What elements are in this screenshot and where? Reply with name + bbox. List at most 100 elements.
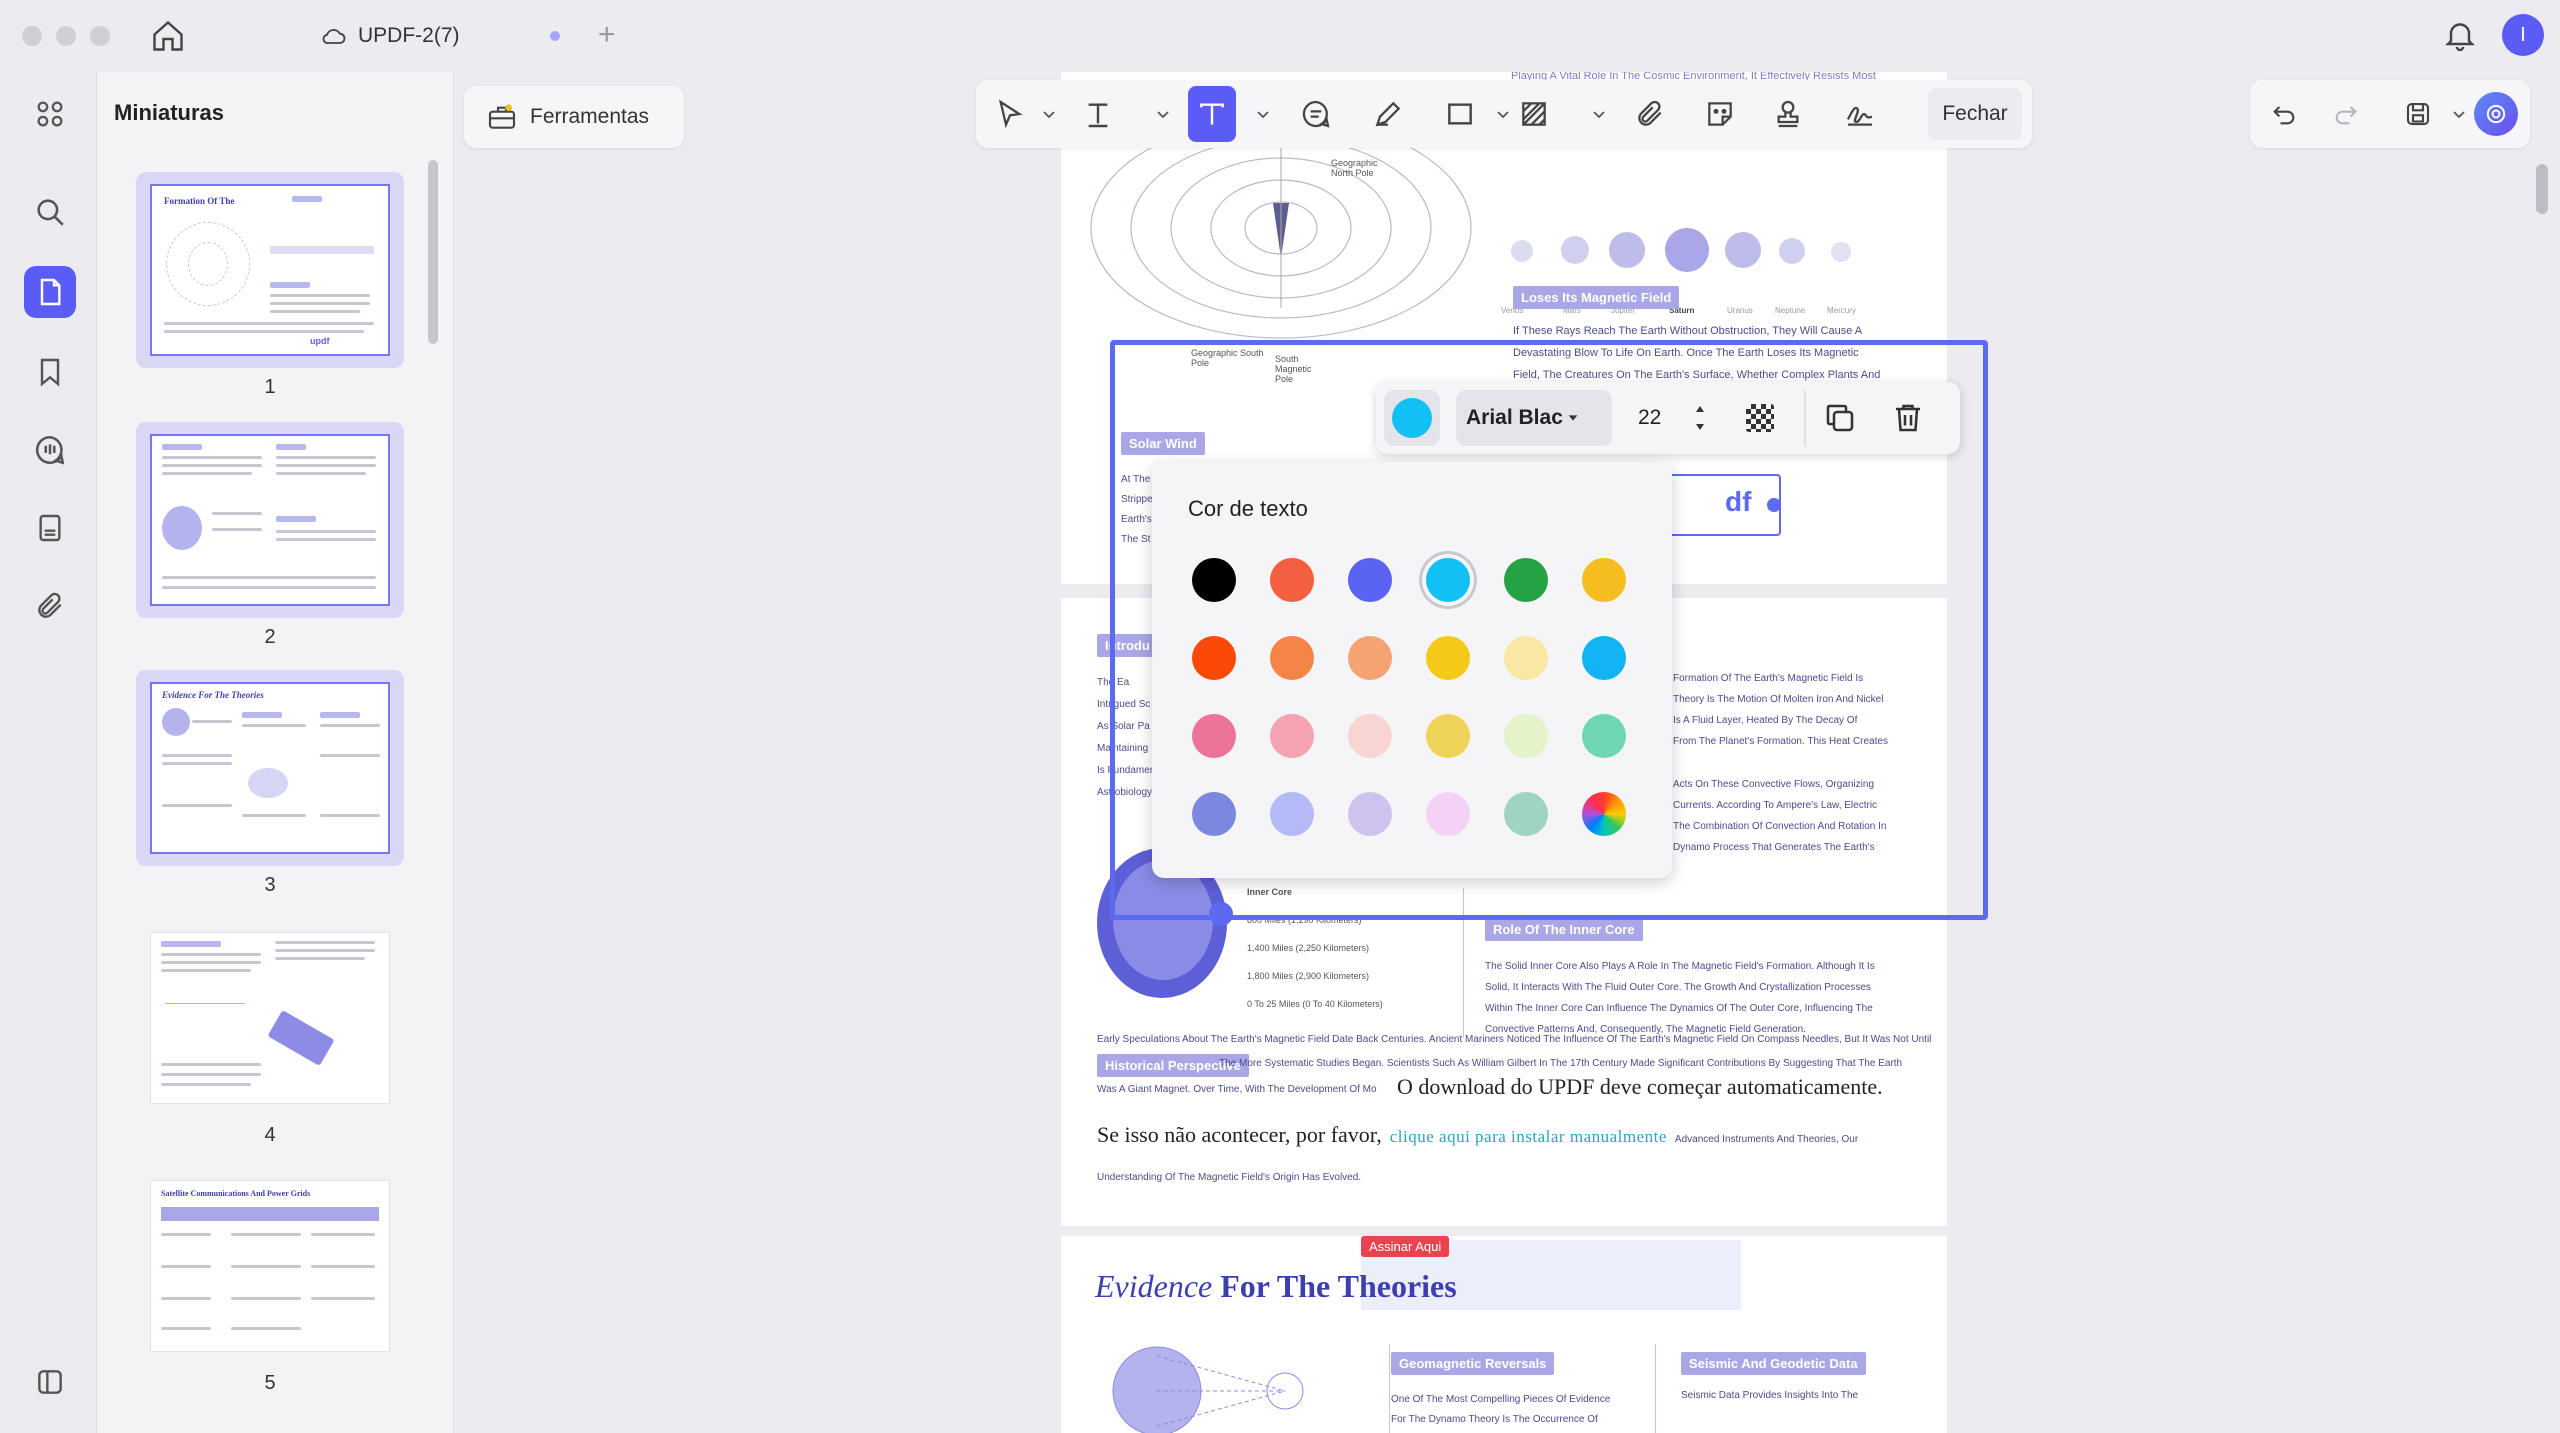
attachment-tool-icon[interactable] [1626,86,1674,142]
select-tool-icon[interactable] [986,86,1034,142]
color-swatch[interactable] [1348,636,1392,680]
color-swatch[interactable] [1270,714,1314,758]
unsaved-indicator [550,31,560,41]
color-swatch[interactable] [1348,558,1392,602]
apps-icon[interactable] [24,88,76,140]
text-tool-icon[interactable] [1074,86,1122,142]
planet [1831,242,1851,262]
color-swatch[interactable] [1504,792,1548,836]
cloud-icon [322,29,346,44]
thumbnail-page-2[interactable]: 2 [136,422,404,648]
thumbnail-page-3[interactable]: Evidence For The Theories 3 [136,670,404,896]
color-swatch[interactable] [1270,792,1314,836]
color-swatch[interactable] [1426,636,1470,680]
comments-icon[interactable] [24,424,76,476]
window-zoom-button[interactable] [90,26,110,46]
rectangle-tool-icon[interactable] [1436,86,1484,142]
color-swatch[interactable] [1504,636,1548,680]
download-message: O download do UPDF deve começar automati… [1397,1074,1883,1099]
planet [1725,232,1761,268]
bell-icon[interactable] [2442,16,2478,54]
section-pill: Loses Its Magnetic Field [1513,286,1680,309]
custom-color-picker[interactable] [1582,792,1626,836]
sidebar-toggle-icon[interactable] [24,1356,76,1408]
color-swatch[interactable] [1348,792,1392,836]
color-swatch[interactable] [1348,714,1392,758]
search-icon[interactable] [24,186,76,238]
section-pill: Role Of The Inner Core [1485,918,1643,941]
opacity-icon[interactable] [1746,404,1774,432]
window-minimize-button[interactable] [56,26,76,46]
thumbnails-icon[interactable] [24,266,76,318]
save-icon[interactable] [2394,86,2442,142]
text-color-button[interactable] [1384,390,1440,446]
tools-button[interactable]: Ferramentas [464,86,684,148]
font-family-select[interactable]: Arial Blac [1456,390,1612,446]
color-swatch[interactable] [1192,558,1236,602]
color-swatch[interactable] [1504,558,1548,602]
thumbnail-heading: Formation Of The [164,196,235,206]
historical-line-2: Was A Giant Magnet. Over Time, With The … [1097,1084,1377,1095]
thumbnail-page-4[interactable]: 4 [136,920,404,1146]
sticker-tool-icon[interactable] [1696,86,1744,142]
thumbnail-page-5[interactable]: Satellite Communications And Power Grids… [136,1168,404,1394]
color-swatch[interactable] [1192,636,1236,680]
chevron-down-icon[interactable] [1156,110,1170,120]
thumbnail-page-1[interactable]: Formation Of The updf 1 [136,172,404,398]
color-swatch[interactable] [1582,636,1626,680]
attachments-panel-icon[interactable] [24,502,76,554]
color-swatch[interactable] [1504,714,1548,758]
trash-icon[interactable] [1890,400,1926,436]
duplicate-icon[interactable] [1822,400,1858,436]
color-swatch[interactable] [1192,792,1236,836]
canvas-scrollbar[interactable] [2536,164,2548,214]
chevron-down-icon[interactable] [2452,110,2466,120]
color-swatch[interactable] [1426,714,1470,758]
text-box-tool-icon[interactable] [1188,86,1236,142]
pencil-tool-icon[interactable] [1364,86,1412,142]
planet [1561,236,1589,264]
new-tab-icon[interactable]: + [598,20,616,50]
font-size-stepper[interactable]: 22 [1628,390,1710,446]
thumbnail-number: 4 [264,1124,276,1146]
area-fill-tool-icon[interactable] [1510,86,1558,142]
historical-line-1: The More Systematic Studies Began. Scien… [1219,1058,1903,1069]
understanding-line: Understanding Of The Magnetic Field's Or… [1097,1172,1362,1183]
color-swatch[interactable] [1582,714,1626,758]
chevron-down-icon[interactable] [1042,110,1056,120]
install-link[interactable]: clique aqui para instalar manualmente [1390,1127,1667,1147]
home-icon[interactable] [150,18,186,54]
title-bar: UPDF-2(7) + I [0,0,2560,72]
stepper-arrows-icon[interactable] [1694,402,1706,434]
color-swatch[interactable] [1582,558,1626,602]
chevron-down-icon[interactable] [1256,110,1270,120]
user-avatar[interactable]: I [2502,14,2544,56]
bookmark-icon[interactable] [24,346,76,398]
color-swatch[interactable] [1426,558,1470,602]
document-tab[interactable]: UPDF-2(7) [320,18,460,54]
current-color-swatch [1392,398,1432,438]
window-close-button[interactable] [22,26,42,46]
color-swatch[interactable] [1270,636,1314,680]
chevron-down-icon[interactable] [1592,110,1606,120]
color-swatch[interactable] [1270,558,1314,602]
redo-icon[interactable] [2322,86,2370,142]
chevron-down-icon[interactable] [1496,110,1510,120]
ai-assistant-icon[interactable] [2474,92,2518,136]
close-edit-button[interactable]: Fechar [1928,88,2022,140]
document-tab-title: UPDF-2(7) [358,24,460,47]
color-swatch[interactable] [1192,714,1236,758]
section-pill: Seismic And Geodetic Data [1681,1352,1866,1375]
stamp-tool-icon[interactable] [1764,86,1812,142]
planet [1665,228,1709,272]
paperclip-icon[interactable] [24,580,76,632]
reversal-diagram [1112,1346,1304,1433]
planet [1511,240,1533,262]
sign-here-badge[interactable]: Assinar Aqui [1361,1236,1450,1257]
signature-tool-icon[interactable] [1836,86,1884,142]
thumbnail-scrollbar[interactable] [428,160,438,344]
color-swatch[interactable] [1426,792,1470,836]
comment-tool-icon[interactable] [1292,86,1340,142]
undo-icon[interactable] [2260,86,2308,142]
tools-button-label: Ferramentas [530,105,650,128]
